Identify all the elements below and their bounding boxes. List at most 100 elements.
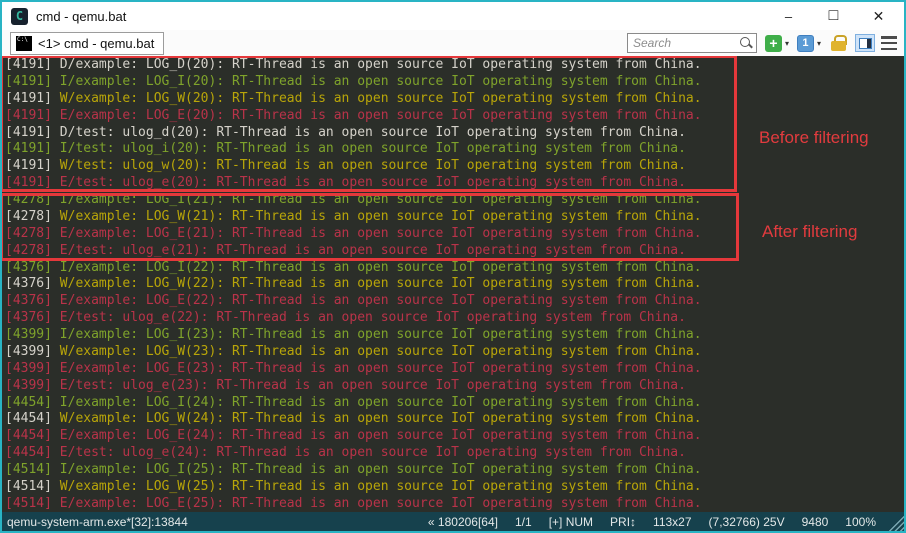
log-message: E/test: ulog_e(23): RT-Thread is an open…	[52, 378, 686, 393]
statusbar-segment: « 180206[64]	[428, 515, 498, 529]
log-timestamp: [4454]	[5, 428, 52, 443]
log-message: E/test: ulog_e(24): RT-Thread is an open…	[52, 445, 686, 460]
log-line: [4278] E/test: ulog_e(21): RT-Thread is …	[5, 243, 904, 260]
log-message: E/example: LOG_E(24): RT-Thread is an op…	[52, 428, 702, 443]
log-message: I/example: LOG_I(23): RT-Thread is an op…	[52, 327, 702, 342]
log-timestamp: [4514]	[5, 462, 52, 477]
log-message: W/example: LOG_W(24): RT-Thread is an op…	[52, 411, 702, 426]
titlebar: C cmd - qemu.bat – □ ✕	[2, 2, 904, 30]
log-timestamp: [4514]	[5, 496, 52, 511]
maximize-button[interactable]: □	[818, 3, 849, 29]
log-message: E/test: ulog_e(22): RT-Thread is an open…	[52, 310, 686, 325]
statusbar-segment: 9480	[802, 515, 829, 529]
log-line: [4454] E/test: ulog_e(24): RT-Thread is …	[5, 445, 904, 462]
after-filtering-label: After filtering	[762, 222, 857, 242]
log-line: [4191] D/example: LOG_D(20): RT-Thread i…	[5, 57, 904, 74]
log-message: I/test: ulog_i(20): RT-Thread is an open…	[52, 141, 686, 156]
log-timestamp: [4454]	[5, 395, 52, 410]
log-timestamp: [4376]	[5, 276, 52, 291]
log-message: D/test: ulog_d(20): RT-Thread is an open…	[52, 125, 686, 140]
conemu-logo-icon: C	[11, 8, 28, 25]
log-line: [4376] W/example: LOG_W(22): RT-Thread i…	[5, 276, 904, 293]
log-line: [4514] I/example: LOG_I(25): RT-Thread i…	[5, 462, 904, 479]
log-timestamp: [4191]	[5, 141, 52, 156]
statusbar-segment: (7,32766) 25V	[709, 515, 785, 529]
log-timestamp: [4278]	[5, 243, 52, 258]
log-message: E/example: LOG_E(20): RT-Thread is an op…	[52, 108, 702, 123]
log-line: [4514] E/example: LOG_E(25): RT-Thread i…	[5, 496, 904, 512]
terminal-output[interactable]: [4191] D/example: LOG_D(20): RT-Thread i…	[2, 56, 904, 512]
log-line: [4191] W/example: LOG_W(20): RT-Thread i…	[5, 91, 904, 108]
log-timestamp: [4376]	[5, 260, 52, 275]
log-line: [4376] I/example: LOG_I(22): RT-Thread i…	[5, 260, 904, 277]
new-console-dropdown-icon[interactable]: ▾	[785, 39, 789, 48]
log-message: I/example: LOG_I(24): RT-Thread is an op…	[52, 395, 702, 410]
window-controls: – □ ✕	[773, 2, 904, 30]
layout-toggle-button[interactable]	[855, 34, 875, 52]
log-line: [4191] I/example: LOG_I(20): RT-Thread i…	[5, 74, 904, 91]
log-message: E/example: LOG_E(25): RT-Thread is an op…	[52, 496, 702, 511]
log-timestamp: [4278]	[5, 209, 52, 224]
console-list-dropdown-icon[interactable]: ▾	[817, 39, 821, 48]
log-line: [4454] W/example: LOG_W(24): RT-Thread i…	[5, 411, 904, 428]
log-timestamp: [4278]	[5, 192, 52, 207]
status-bar: qemu-system-arm.exe*[32]:13844 « 180206[…	[2, 512, 904, 531]
log-message: W/example: LOG_W(21): RT-Thread is an op…	[52, 209, 702, 224]
log-line: [4399] W/example: LOG_W(23): RT-Thread i…	[5, 344, 904, 361]
log-message: E/example: LOG_E(23): RT-Thread is an op…	[52, 361, 702, 376]
log-line: [4514] W/example: LOG_W(25): RT-Thread i…	[5, 479, 904, 496]
search-icon[interactable]	[739, 36, 753, 50]
statusbar-segment: 1/1	[515, 515, 532, 529]
log-message: E/example: LOG_E(21): RT-Thread is an op…	[52, 226, 702, 241]
log-timestamp: [4399]	[5, 344, 52, 359]
log-timestamp: [4191]	[5, 125, 52, 140]
tab-bar: C:\ <1> cmd - qemu.bat + ▾ 1 ▾	[2, 30, 904, 56]
log-line: [4376] E/example: LOG_E(22): RT-Thread i…	[5, 293, 904, 310]
search-box	[627, 33, 757, 53]
statusbar-segment: 100%	[845, 515, 876, 529]
log-timestamp: [4514]	[5, 479, 52, 494]
minimize-button[interactable]: –	[773, 3, 804, 29]
log-line: [4399] E/example: LOG_E(23): RT-Thread i…	[5, 361, 904, 378]
log-line: [4191] W/test: ulog_w(20): RT-Thread is …	[5, 158, 904, 175]
log-timestamp: [4191]	[5, 108, 52, 123]
log-timestamp: [4191]	[5, 158, 52, 173]
panel-icon	[859, 38, 872, 49]
menu-icon[interactable]	[881, 36, 897, 50]
tab-label: <1> cmd - qemu.bat	[38, 36, 154, 51]
log-line: [4454] E/example: LOG_E(24): RT-Thread i…	[5, 428, 904, 445]
lock-icon[interactable]	[831, 35, 846, 51]
log-timestamp: [4191]	[5, 91, 52, 106]
log-line: [4191] E/example: LOG_E(20): RT-Thread i…	[5, 108, 904, 125]
log-timestamp: [4454]	[5, 445, 52, 460]
log-message: E/test: ulog_e(21): RT-Thread is an open…	[52, 243, 686, 258]
log-timestamp: [4376]	[5, 293, 52, 308]
log-line: [4399] I/example: LOG_I(23): RT-Thread i…	[5, 327, 904, 344]
before-filtering-label: Before filtering	[759, 128, 869, 148]
log-timestamp: [4376]	[5, 310, 52, 325]
active-console-button[interactable]: 1	[797, 35, 814, 52]
close-button[interactable]: ✕	[863, 3, 894, 29]
search-input[interactable]	[628, 35, 736, 51]
cmd-icon: C:\	[16, 36, 32, 51]
log-timestamp: [4399]	[5, 378, 52, 393]
log-message: W/example: LOG_W(23): RT-Thread is an op…	[52, 344, 702, 359]
resize-grip-icon[interactable]	[886, 513, 904, 531]
log-message: E/example: LOG_E(22): RT-Thread is an op…	[52, 293, 702, 308]
log-timestamp: [4191]	[5, 175, 52, 190]
log-timestamp: [4191]	[5, 57, 52, 72]
tab-cmd-qemu[interactable]: C:\ <1> cmd - qemu.bat	[10, 32, 164, 55]
log-timestamp: [4399]	[5, 361, 52, 376]
log-line: [4454] I/example: LOG_I(24): RT-Thread i…	[5, 395, 904, 412]
log-message: E/test: ulog_e(20): RT-Thread is an open…	[52, 175, 686, 190]
log-message: W/test: ulog_w(20): RT-Thread is an open…	[52, 158, 686, 173]
log-line: [4399] E/test: ulog_e(23): RT-Thread is …	[5, 378, 904, 395]
log-message: I/example: LOG_I(20): RT-Thread is an op…	[52, 74, 702, 89]
log-message: W/example: LOG_W(20): RT-Thread is an op…	[52, 91, 702, 106]
log-line: [4376] E/test: ulog_e(22): RT-Thread is …	[5, 310, 904, 327]
log-line: [4278] I/example: LOG_I(21): RT-Thread i…	[5, 192, 904, 209]
log-message: W/example: LOG_W(22): RT-Thread is an op…	[52, 276, 702, 291]
log-lines: [4191] D/example: LOG_D(20): RT-Thread i…	[5, 57, 904, 512]
new-console-button[interactable]: +	[765, 35, 782, 52]
statusbar-segment: [+] NUM	[549, 515, 593, 529]
